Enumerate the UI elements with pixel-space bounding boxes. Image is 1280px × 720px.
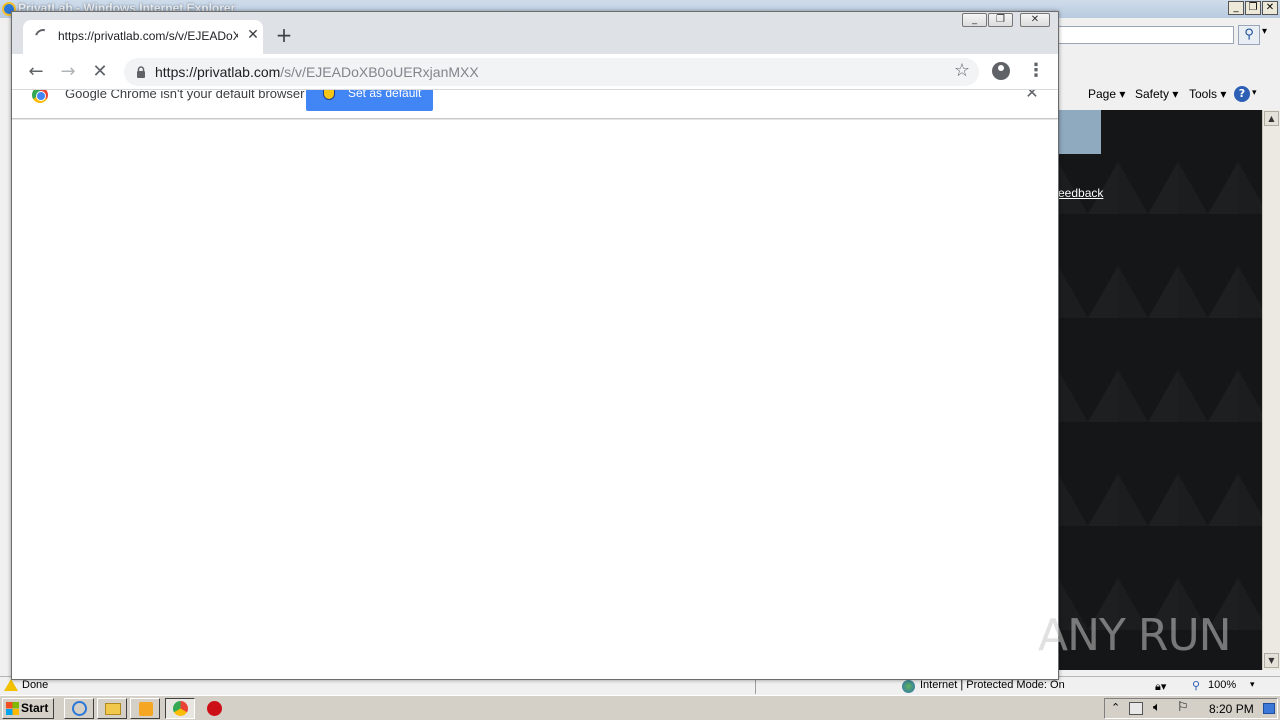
search-icon[interactable]: ⚲ — [1238, 25, 1260, 45]
ie-command-bar: Page ▾ Safety ▾ Tools ▾ ? ▾ — [1058, 84, 1280, 104]
chrome-tabstrip: https://privatlab.com/s/v/EJEADoXB0oUERx… — [12, 12, 1058, 54]
windows-logo-icon — [6, 702, 19, 715]
ie-zone-text: Internet | Protected Mode: On — [920, 679, 1065, 691]
tab-close-icon[interactable]: ✕ — [245, 27, 261, 43]
address-bar[interactable]: https://privatlab.com/s/v/EJEADoXB0oUERx… — [124, 58, 979, 86]
chrome-menu-icon[interactable]: ⋮ — [1027, 59, 1045, 85]
ie-cmd-safety[interactable]: Safety ▾ — [1135, 87, 1178, 101]
tab-title: https://privatlab.com/s/v/EJEADoXB0oUERx… — [58, 29, 238, 43]
globe-icon — [902, 680, 915, 693]
infobar-close-icon[interactable]: ✕ — [1024, 90, 1040, 101]
taskbar-chrome-icon[interactable] — [165, 698, 195, 719]
chrome-logo-icon — [173, 701, 188, 716]
start-label: Start — [21, 701, 49, 715]
infobar-message: Google Chrome isn't your default browser — [65, 90, 305, 101]
chrome-window: https://privatlab.com/s/v/EJEADoXB0oUERx… — [11, 11, 1059, 680]
ie-logo-icon — [72, 701, 87, 716]
clock[interactable]: 8:20 PM — [1209, 702, 1254, 716]
taskbar-ie-icon[interactable] — [64, 698, 94, 719]
ie-status-text: Done — [22, 679, 49, 691]
ie-status-divider — [755, 679, 895, 694]
scroll-up-icon[interactable]: ▲ — [1264, 111, 1279, 126]
taskbar: Start ⌃ 🔈︎ ⚐ 8:20 PM — [0, 695, 1280, 720]
scroll-down-icon[interactable]: ▼ — [1264, 653, 1279, 668]
zoom-dropdown-icon[interactable]: ▾ — [1250, 680, 1255, 690]
ie-zoom-level[interactable]: 100% — [1208, 679, 1236, 691]
default-browser-infobar: Google Chrome isn't your default browser… — [12, 90, 1058, 119]
ie-minimize-button[interactable]: _ — [1228, 1, 1244, 15]
ie-page-banner — [1058, 110, 1101, 154]
taskbar-explorer-icon[interactable] — [97, 698, 127, 719]
taskbar-media-player-icon[interactable] — [130, 698, 160, 719]
ie-cmd-page[interactable]: Page ▾ — [1088, 87, 1125, 101]
folder-icon — [105, 703, 121, 715]
back-icon[interactable]: ← — [23, 59, 49, 85]
taskbar-opera-icon[interactable] — [198, 698, 228, 719]
chrome-page-content — [12, 120, 1058, 679]
bookmark-star-icon[interactable]: ☆ — [952, 61, 972, 81]
anyrun-watermark: ANY RUN — [1038, 610, 1232, 661]
ie-search-input[interactable] — [1058, 26, 1234, 44]
loading-spinner-icon — [32, 26, 54, 48]
profile-avatar-icon[interactable] — [992, 62, 1010, 80]
volume-icon[interactable]: 🔈︎ — [1153, 700, 1161, 715]
chrome-close-button[interactable]: ✕ — [1020, 13, 1050, 27]
ie-help-dropdown-icon[interactable]: ▾ — [1252, 88, 1257, 98]
ie-restore-button[interactable]: ❐ — [1245, 1, 1261, 15]
url-host: https://privatlab.com — [155, 64, 281, 80]
forward-icon[interactable]: → — [55, 59, 81, 85]
network-icon[interactable] — [1129, 702, 1143, 715]
ie-close-button[interactable]: ✕ — [1262, 1, 1278, 15]
ie-scrollbar[interactable]: ▲ ▼ — [1262, 110, 1280, 670]
set-as-default-label: Set as default — [348, 90, 422, 100]
show-desktop-icon[interactable] — [1263, 703, 1275, 714]
opera-icon — [207, 701, 222, 716]
chrome-restore-button[interactable]: ❐ — [988, 13, 1013, 27]
stop-loading-icon[interactable]: ✕ — [87, 59, 113, 85]
help-icon[interactable]: ? — [1234, 86, 1250, 102]
chrome-toolbar: ← → ✕ https://privatlab.com/s/v/EJEADoXB… — [12, 54, 1058, 90]
media-player-icon — [139, 702, 153, 716]
warning-icon — [4, 679, 18, 691]
action-center-flag-icon[interactable]: ⚐ — [1177, 700, 1189, 715]
url-text: https://privatlab.com/s/v/EJEADoXB0oUERx… — [155, 64, 479, 80]
chrome-logo-icon — [32, 90, 48, 103]
zoom-icon[interactable]: ⚲ — [1192, 679, 1200, 692]
system-tray: ⌃ 🔈︎ ⚐ 8:20 PM — [1104, 698, 1278, 719]
lock-zone-icon[interactable]: 🔒︎▾ — [1155, 680, 1166, 694]
ie-feedback-link[interactable]: eedback — [1058, 186, 1103, 200]
lock-icon — [137, 66, 145, 78]
chrome-minimize-button[interactable]: _ — [962, 13, 987, 27]
start-button[interactable]: Start — [2, 698, 54, 719]
chrome-tab-active[interactable]: https://privatlab.com/s/v/EJEADoXB0oUERx… — [23, 20, 263, 54]
new-tab-button[interactable]: + — [274, 25, 294, 45]
url-path: /s/v/EJEADoXB0oUERxjanMXX — [280, 64, 479, 80]
set-as-default-button[interactable]: Set as default — [306, 90, 433, 111]
tray-expand-icon[interactable]: ⌃ — [1111, 701, 1120, 714]
shield-icon — [323, 90, 335, 100]
ie-cmd-tools[interactable]: Tools ▾ — [1189, 87, 1226, 101]
ie-nav-arrow-icon[interactable]: ▾ — [1262, 26, 1267, 37]
